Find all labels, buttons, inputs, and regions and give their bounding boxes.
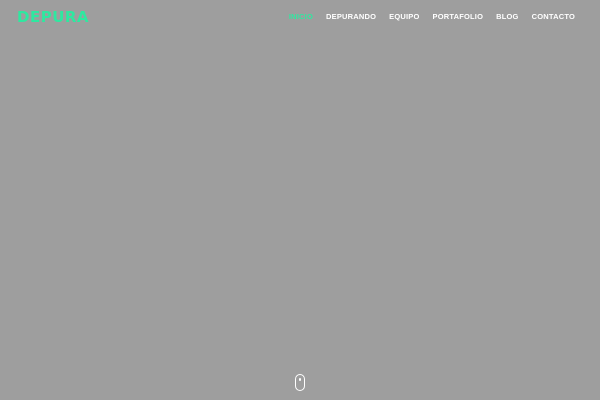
nav-item-blog[interactable]: BLOG	[496, 12, 518, 22]
site-header: DEPURA INICIO DEPURANDO EQUIPO PORTAFOLI…	[0, 0, 600, 36]
nav-item-depurando[interactable]: DEPURANDO	[326, 12, 376, 22]
site-logo[interactable]: DEPURA	[17, 9, 89, 25]
nav-item-portafolio[interactable]: PORTAFOLIO	[433, 12, 484, 22]
main-nav: INICIO DEPURANDO EQUIPO PORTAFOLIO BLOG …	[276, 12, 575, 22]
mouse-icon[interactable]	[295, 374, 305, 391]
mouse-wheel	[299, 378, 301, 381]
nav-item-contacto[interactable]: CONTACTO	[532, 12, 575, 22]
logo-text: DEPURA	[17, 8, 90, 26]
nav-item-inicio[interactable]: INICIO	[289, 12, 313, 22]
nav-item-equipo[interactable]: EQUIPO	[389, 12, 419, 22]
